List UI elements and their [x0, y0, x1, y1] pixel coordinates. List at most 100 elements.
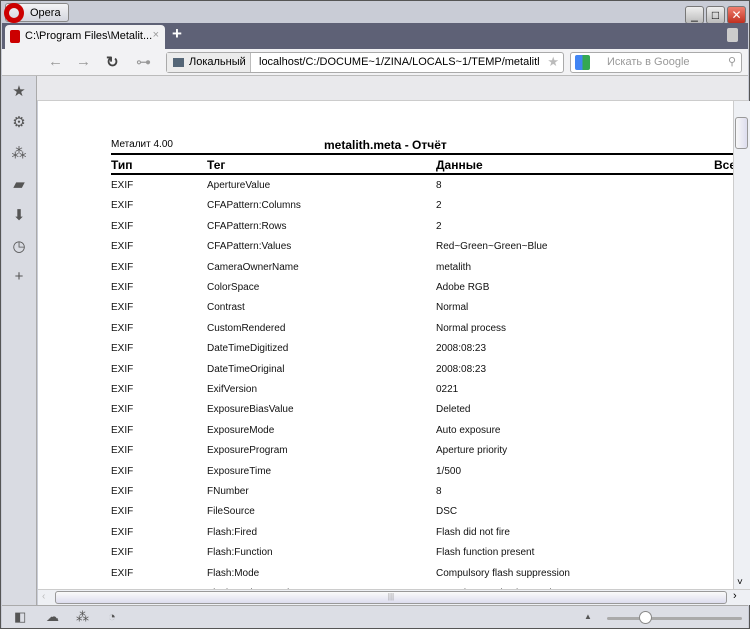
cell-type: EXIF: [111, 486, 134, 497]
cell-value: 2: [436, 200, 442, 212]
cell-type: EXIF: [111, 404, 134, 416]
cell-tag: ExposureMode: [207, 424, 275, 436]
reload-button[interactable]: ↻: [106, 53, 119, 71]
cell-type: EXIF: [111, 261, 134, 273]
column-header-all: Все: [714, 158, 733, 172]
cell-value: 8: [436, 180, 442, 191]
cell-value: Flash function present: [436, 547, 535, 559]
cell-tag: Flash:Mode: [207, 567, 260, 579]
forward-button[interactable]: →: [76, 53, 91, 70]
cell-type: EXIF: [111, 343, 134, 355]
zoom-slider[interactable]: [607, 611, 742, 624]
cell-value: Aperture priority: [436, 445, 508, 457]
zoom-slider-knob[interactable]: [639, 611, 652, 624]
notes-icon[interactable]: ▰: [2, 169, 36, 200]
horizontal-scrollbar[interactable]: ‹ ||| ›: [38, 589, 750, 605]
browser-window: Opera _ □ ✕ C:\Program Files\Metalit... ×…: [0, 0, 750, 629]
cell-type: EXIF: [111, 567, 134, 579]
cell-tag: FNumber: [207, 486, 249, 497]
header-rule-top: [111, 153, 733, 155]
cell-tag: DateTimeDigitized: [207, 343, 289, 355]
vertical-scrollbar[interactable]: ˅: [733, 101, 750, 589]
cell-tag: CFAPattern:Values: [207, 241, 292, 253]
cell-type: EXIF: [111, 220, 134, 232]
cell-tag: ExposureBiasValue: [207, 404, 294, 416]
cell-value: Normal: [436, 302, 469, 314]
location-badge[interactable]: Локальный: [167, 53, 251, 72]
add-panel-icon[interactable]: +: [2, 262, 36, 293]
cell-tag: ExifVersion: [207, 384, 258, 395]
close-window-button[interactable]: ✕: [727, 6, 746, 24]
page-icon: [10, 30, 20, 43]
new-tab-button[interactable]: +: [172, 24, 182, 44]
cell-value: Red~Green~Green~Blue: [436, 241, 548, 253]
downloads-icon[interactable]: ⬇: [2, 200, 36, 231]
location-label: Локальный: [189, 56, 246, 68]
status-bar: ◧ ☁ ⁂ ◔ ▲: [2, 605, 748, 628]
scroll-right-arrow[interactable]: ›: [733, 590, 737, 602]
vertical-scroll-thumb[interactable]: [735, 117, 748, 149]
turbo-cloud-icon[interactable]: ☁: [46, 609, 59, 625]
cell-value: DSC: [436, 506, 458, 518]
cell-value: Adobe RGB: [436, 282, 490, 293]
back-button[interactable]: ←: [48, 53, 63, 70]
navigation-bar: ← → ↻ ⊶ Локальный localhost/C:/DOCUME~1/…: [2, 49, 748, 76]
cell-type: EXIF: [111, 445, 134, 457]
unite-status-icon[interactable]: ⁂: [76, 609, 89, 625]
history-icon[interactable]: ◷: [2, 231, 36, 262]
zoom-up-icon[interactable]: ▲: [584, 612, 592, 621]
cell-tag: Flash:Function: [207, 547, 273, 559]
app-version: Металит 4.00: [111, 139, 173, 150]
cell-type: EXIF: [111, 465, 134, 477]
cell-type: EXIF: [111, 363, 134, 375]
cell-type: EXIF: [111, 302, 134, 314]
tab-report[interactable]: C:\Program Files\Metalit... ×: [5, 25, 165, 49]
cell-tag: ColorSpace: [207, 282, 260, 293]
minimize-button[interactable]: _: [685, 6, 704, 24]
computer-icon: [173, 58, 184, 67]
bookmark-star-icon[interactable]: ★: [547, 54, 559, 70]
search-icon[interactable]: ⚲: [728, 55, 736, 68]
search-input[interactable]: Искать в Google ⚲: [570, 52, 742, 73]
cell-tag: ExposureProgram: [207, 445, 288, 457]
cell-type: EXIF: [111, 282, 134, 293]
search-placeholder: Искать в Google: [607, 56, 690, 68]
cell-type: EXIF: [111, 424, 134, 436]
google-icon[interactable]: [575, 55, 590, 70]
header-rule-bottom: [111, 173, 733, 175]
opera-menu-button[interactable]: Opera: [4, 3, 69, 23]
panel-toggle-icon[interactable]: ◧: [14, 609, 26, 625]
cell-value: 8: [436, 486, 442, 497]
key-icon[interactable]: ⊶: [136, 53, 151, 71]
scroll-left-arrow[interactable]: ‹: [42, 591, 45, 602]
tab-close-button[interactable]: ×: [153, 29, 159, 41]
cell-value: metalith: [436, 261, 472, 273]
cell-value: 2008:08:23: [436, 363, 487, 375]
cell-value: Flash did not fire: [436, 526, 510, 538]
cell-value: Compulsory flash suppression: [436, 567, 570, 579]
column-header-data: Данные: [436, 158, 483, 172]
cell-value: 2008:08:23: [436, 343, 487, 355]
scroll-down-arrow[interactable]: ˅: [737, 577, 743, 588]
cell-type: EXIF: [111, 180, 134, 191]
cell-tag: CFAPattern:Columns: [207, 200, 301, 212]
unite-icon[interactable]: ⁂: [2, 138, 36, 169]
cell-type: EXIF: [111, 241, 134, 253]
cell-value: Deleted: [436, 404, 471, 416]
bookmarks-icon[interactable]: ★: [2, 76, 36, 107]
settings-icon[interactable]: ⚙: [2, 107, 36, 138]
maximize-button[interactable]: □: [706, 6, 725, 24]
url-input[interactable]: localhost/C:/DOCUME~1/ZINA/LOCALS~1/TEMP…: [259, 56, 539, 68]
trash-icon[interactable]: [727, 28, 738, 42]
horizontal-scroll-thumb[interactable]: |||: [55, 591, 727, 604]
opera-label: Opera: [30, 7, 61, 19]
cell-tag: CFAPattern:Rows: [207, 220, 287, 232]
cell-tag: Flash:Fired: [207, 526, 258, 538]
cell-tag: ApertureValue: [207, 180, 271, 191]
bookmarks-strip: [37, 76, 748, 101]
speed-dial-icon[interactable]: ◔: [108, 609, 116, 624]
cell-value: 2: [436, 220, 442, 232]
cell-type: EXIF: [111, 506, 134, 518]
address-bar[interactable]: Локальный localhost/C:/DOCUME~1/ZINA/LOC…: [166, 52, 564, 73]
tab-bar: C:\Program Files\Metalit... × +: [2, 23, 748, 49]
